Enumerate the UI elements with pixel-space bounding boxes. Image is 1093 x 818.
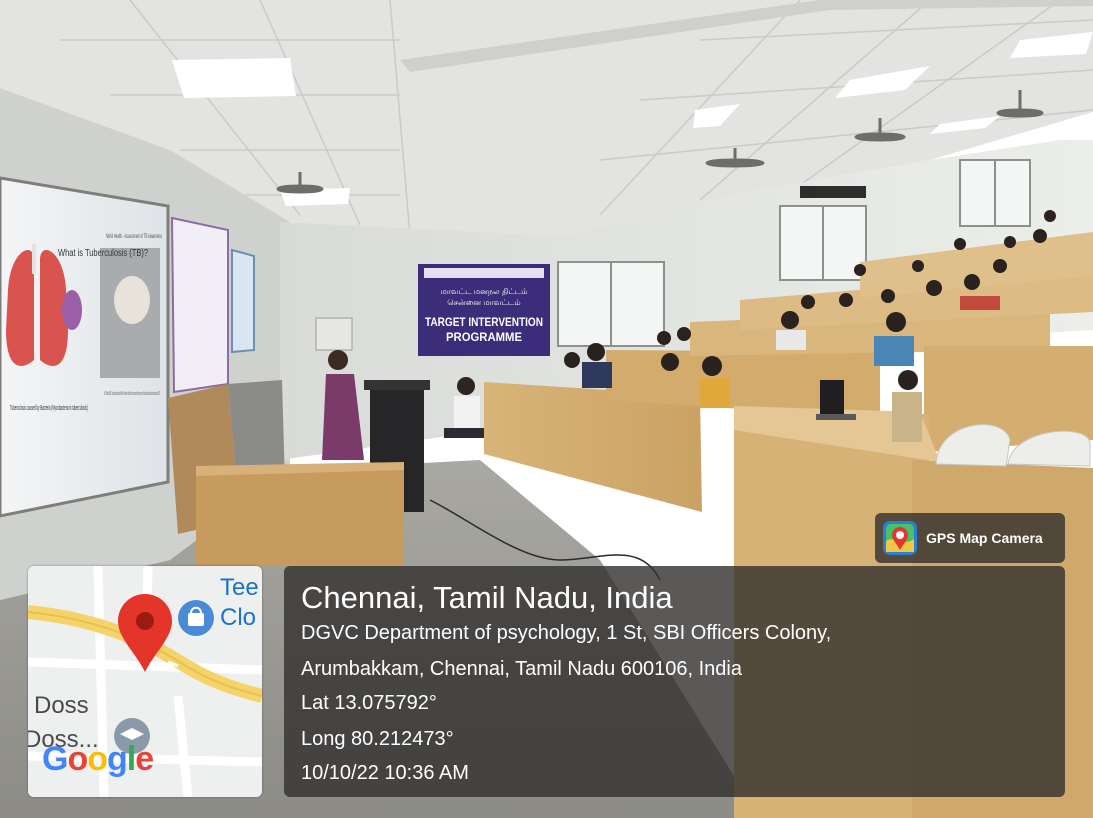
latitude: Lat 13.075792° (301, 692, 437, 714)
place-title: Chennai, Tamil Nadu, India (301, 580, 673, 615)
app-badge: GPS Map Camera (875, 513, 1065, 563)
wall-panel (315, 317, 353, 351)
google-letter: g (107, 740, 128, 778)
gps-map-camera-icon (883, 521, 917, 555)
front-desk (196, 466, 404, 566)
google-letter: o (67, 740, 88, 778)
google-letter: l (126, 740, 137, 778)
slide-header: Nikhil Health - Assessment of TB Awarene… (106, 234, 162, 240)
banner-title-2: PROGRAMME (446, 330, 522, 344)
banner-title-1: TARGET INTERVENTION (425, 315, 543, 329)
longitude: Long 80.212473° (301, 728, 454, 750)
timestamp: 10/10/22 10:36 AM (301, 762, 469, 784)
location-info-panel: Chennai, Tamil Nadu, India DGVC Departme… (284, 566, 1065, 797)
wall-poster (170, 216, 229, 394)
map-thumbnail: Tee Clo Doss Doss... Google (28, 566, 262, 797)
google-letter: o (87, 740, 108, 778)
address-line-2: Arumbakkam, Chennai, Tamil Nadu 600106, … (301, 658, 742, 680)
map-label-tee: Tee (220, 574, 259, 601)
wall-speaker (800, 186, 866, 198)
banner-line-1: மாவட்ட மனநல திட்டம் (440, 287, 527, 296)
laptop (820, 380, 844, 414)
address-line-1: DGVC Department of psychology, 1 St, SBI… (301, 622, 832, 644)
google-letter: e (135, 740, 154, 778)
slide-body: On 24 March 1882, German physician and N… (104, 391, 160, 397)
google-letter: G (42, 740, 68, 778)
google-wordmark: Google (42, 740, 154, 778)
wall-poster-2 (231, 248, 255, 354)
app-name: GPS Map Camera (926, 530, 1043, 546)
map-label-doss: Doss (34, 692, 89, 719)
slide-caption: Tuberculosis caused by Bacteria (Mycobac… (10, 405, 88, 412)
banner-line-2: சென்னை மாவட்டம் (447, 298, 520, 307)
slide-title: What is Tuberculosis (TB)? (58, 248, 148, 259)
bacteria-illustration (62, 290, 82, 330)
google-logo: Google (42, 740, 154, 779)
map-label-clo: Clo (220, 604, 257, 631)
photo-frame: What is Tuberculosis (TB)? Nikhil Health… (0, 0, 1093, 818)
